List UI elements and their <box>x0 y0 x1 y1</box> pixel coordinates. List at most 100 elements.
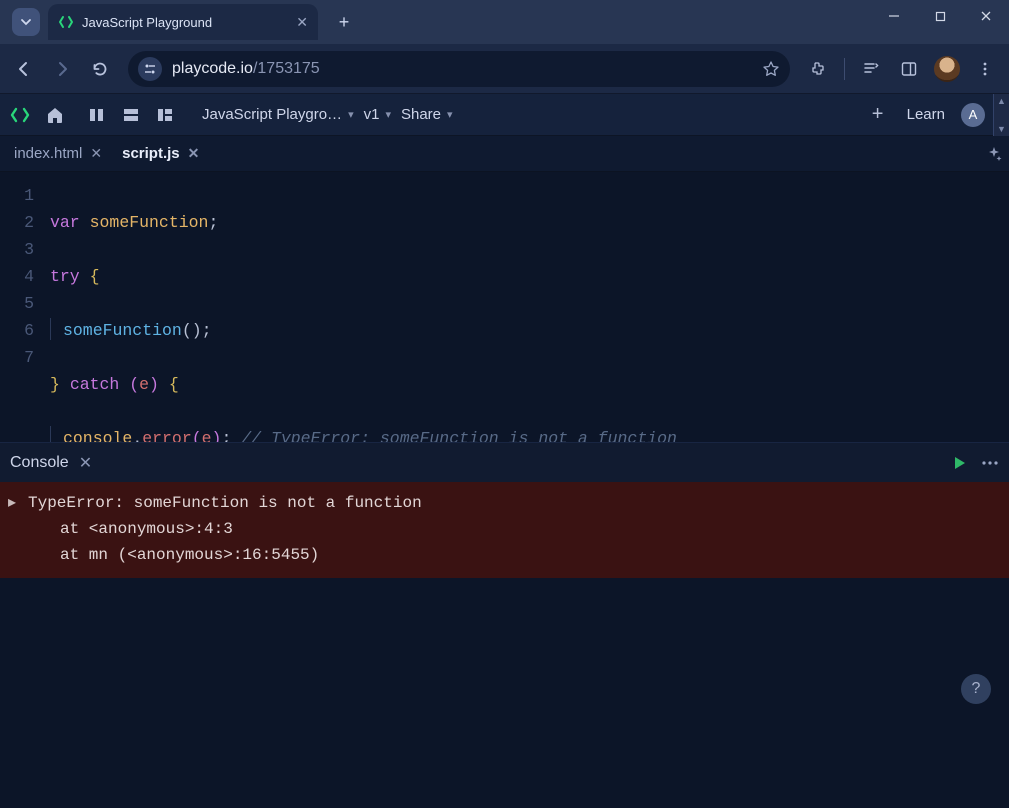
version-label: v1 <box>364 106 380 123</box>
layout-icons <box>84 102 178 128</box>
tok: ( <box>192 429 202 442</box>
search-tabs-button[interactable] <box>12 8 40 36</box>
scroll-up-icon[interactable]: ▲ <box>994 94 1009 108</box>
console-header: Console ✕ <box>0 442 1009 482</box>
layout-grid-icon[interactable] <box>152 102 178 128</box>
playcode-favicon-icon <box>58 14 74 30</box>
code-area[interactable]: var someFunction; try { someFunction(); … <box>44 172 984 442</box>
close-icon[interactable]: ✕ <box>79 453 92 473</box>
line-number: 2 <box>0 209 34 236</box>
address-bar: playcode.io/1753175 <box>0 44 1009 94</box>
window-controls <box>871 0 1009 32</box>
line-gutter: 1 2 3 4 5 6 7 <box>0 172 44 442</box>
tok: ( <box>129 375 139 394</box>
add-button[interactable]: + <box>865 102 891 128</box>
tabstrip: JavaScript Playground ✕ + <box>0 0 871 44</box>
reading-list-icon[interactable] <box>853 51 889 87</box>
tok: e <box>202 429 212 442</box>
chrome-menu-icon[interactable] <box>967 51 1003 87</box>
line-number: 4 <box>0 263 34 290</box>
tok: { <box>169 375 179 394</box>
close-icon[interactable]: ✕ <box>90 145 102 162</box>
new-tab-button[interactable]: + <box>330 8 358 36</box>
minimize-button[interactable] <box>871 0 917 32</box>
chrome-titlebar: JavaScript Playground ✕ + <box>0 0 1009 44</box>
file-tab-label: index.html <box>14 145 82 162</box>
ai-sparkle-icon[interactable] <box>985 145 1003 163</box>
tok: var <box>50 213 80 232</box>
tok: e <box>139 375 149 394</box>
tok: try <box>50 267 80 286</box>
chevron-down-icon: ▾ <box>447 108 453 121</box>
learn-link[interactable]: Learn <box>907 106 945 123</box>
url-path: /1753175 <box>253 60 320 77</box>
console-line: at <anonymous>:4:3 <box>8 516 1001 542</box>
layout-columns-icon[interactable] <box>84 102 110 128</box>
console-title: Console <box>10 454 69 472</box>
tok: console <box>63 429 132 442</box>
version-dropdown[interactable]: v1 ▾ <box>364 106 391 123</box>
expand-caret-icon[interactable]: ▸ <box>8 490 20 516</box>
chevron-down-icon: ▾ <box>348 108 354 121</box>
side-panel-icon[interactable] <box>891 51 927 87</box>
line-number: 7 <box>0 344 34 371</box>
console-output[interactable]: ▸ TypeError: someFunction is not a funct… <box>0 482 1009 578</box>
reload-button[interactable] <box>82 51 118 87</box>
file-tab-script-js[interactable]: script.js ✕ <box>114 139 207 168</box>
layout-rows-icon[interactable] <box>118 102 144 128</box>
tok: someFunction <box>63 321 182 340</box>
browser-tab[interactable]: JavaScript Playground ✕ <box>48 4 318 40</box>
console-line: TypeError: someFunction is not a functio… <box>28 490 422 516</box>
url-host: playcode.io <box>172 60 253 77</box>
close-icon[interactable]: ✕ <box>188 145 200 162</box>
line-number: 1 <box>0 182 34 209</box>
omnibox[interactable]: playcode.io/1753175 <box>128 51 790 87</box>
tok: { <box>90 267 100 286</box>
url: playcode.io/1753175 <box>172 60 320 78</box>
line-number: 3 <box>0 236 34 263</box>
tok: someFunction <box>90 213 209 232</box>
profile-avatar[interactable] <box>929 51 965 87</box>
home-icon[interactable] <box>42 102 68 128</box>
share-dropdown[interactable]: Share ▾ <box>401 106 453 123</box>
tab-close-icon[interactable]: ✕ <box>296 14 308 31</box>
console-empty-area <box>0 578 1009 808</box>
tok: . <box>132 429 142 442</box>
close-window-button[interactable] <box>963 0 1009 32</box>
user-avatar[interactable]: A <box>961 103 985 127</box>
tok: catch <box>70 375 120 394</box>
console-line: at mn (<anonymous>:16:5455) <box>8 542 1001 568</box>
tok: // TypeError: someFunction is not a func… <box>241 429 677 442</box>
tok: ; <box>221 429 231 442</box>
site-settings-icon[interactable] <box>138 57 162 81</box>
code-editor[interactable]: 1 2 3 4 5 6 7 var someFunction; try { so… <box>0 172 1009 442</box>
file-tabs: index.html ✕ script.js ✕ <box>0 136 1009 172</box>
project-title: JavaScript Playgro… <box>202 106 342 123</box>
file-tab-label: script.js <box>122 145 180 162</box>
project-title-dropdown[interactable]: JavaScript Playgro… ▾ <box>202 106 354 123</box>
tok: (); <box>182 321 212 340</box>
line-number: 5 <box>0 290 34 317</box>
share-label: Share <box>401 106 441 123</box>
tok: ) <box>212 429 222 442</box>
separator <box>844 58 845 80</box>
file-tab-index-html[interactable]: index.html ✕ <box>6 139 110 168</box>
browser-tab-title: JavaScript Playground <box>82 15 212 30</box>
playcode-logo-icon[interactable] <box>8 103 32 127</box>
page-scrollbar[interactable]: ▲ ▼ <box>993 94 1009 136</box>
extensions-icon[interactable] <box>800 51 836 87</box>
tok: ; <box>208 213 218 232</box>
scroll-down-icon[interactable]: ▼ <box>994 122 1009 136</box>
tok: error <box>142 429 192 442</box>
maximize-button[interactable] <box>917 0 963 32</box>
more-icon[interactable] <box>981 455 999 471</box>
bookmark-icon[interactable] <box>762 60 780 78</box>
line-number: 6 <box>0 317 34 344</box>
forward-button[interactable] <box>44 51 80 87</box>
chevron-down-icon: ▾ <box>385 108 391 121</box>
tok: } <box>50 375 60 394</box>
run-button[interactable] <box>951 455 967 471</box>
tok: ) <box>149 375 159 394</box>
help-button[interactable]: ? <box>961 674 991 704</box>
back-button[interactable] <box>6 51 42 87</box>
